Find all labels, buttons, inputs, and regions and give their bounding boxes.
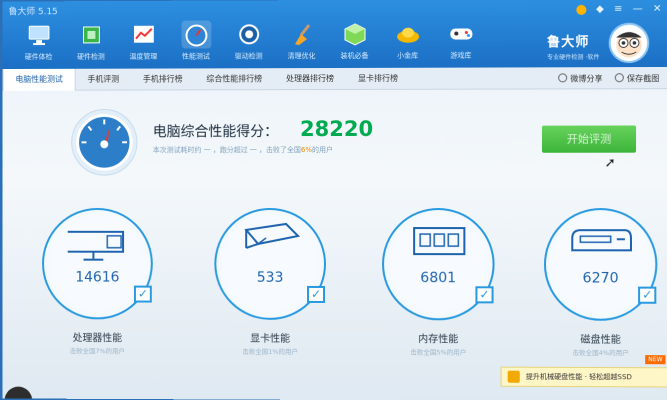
nav-item-hardware-check[interactable]: 硬件体检	[16, 21, 60, 67]
disk-label: 磁盘性能	[580, 334, 621, 346]
tab-phone-ranking[interactable]: 手机排行榜	[131, 68, 194, 90]
nav-label: 驱动检测	[234, 52, 263, 61]
score-description: 本次测试耗时约 一 ，跑分超过 一 ，击败了全国6%的用户	[153, 145, 333, 155]
disk-circle	[543, 208, 658, 321]
disk-score: 6270	[582, 270, 619, 287]
cube-icon	[339, 20, 369, 48]
camera-icon	[614, 73, 624, 83]
nav-label: 游戏库	[450, 51, 472, 60]
memory-checkbox[interactable]: ✓	[475, 286, 494, 304]
skin-icon[interactable]: ◆	[596, 4, 604, 15]
nav-item-cleanup[interactable]: 清理优化	[279, 20, 324, 66]
memory-performance-card[interactable]: 6801 ✓ 内存性能 击败全国5%的用户	[382, 208, 503, 359]
disk-performance-card[interactable]: 6270 ✓ 磁盘性能 击败全国4%的用户	[543, 208, 665, 359]
gpu-label: 显卡性能	[250, 333, 291, 345]
promo-banner[interactable]: 提升机械硬盘性能 · 轻松超越SSD	[500, 366, 667, 388]
new-badge: NEW	[645, 355, 666, 365]
brand: 鲁大师 专业硬件检测 ·软件	[547, 31, 599, 61]
gpu-score: 533	[256, 269, 284, 286]
window-title: 鲁大师 5.15	[8, 6, 58, 17]
nav-item-essentials[interactable]: 装机必备	[332, 20, 377, 66]
broom-icon	[287, 20, 317, 48]
close-icon[interactable]: ✕	[653, 4, 662, 15]
app-window: 鲁大师 5.15 ◆ ≡ — ✕ 硬件体检 硬件检测 温度管理 性能测试 驱动检…	[2, 0, 667, 400]
mouse-cursor-icon: ➚	[604, 155, 616, 171]
score-label: 电脑综合性能得分：	[152, 124, 279, 141]
coin-icon[interactable]	[575, 4, 586, 15]
disk-rank-text: 击败全国4%的用户	[572, 348, 629, 358]
memory-score: 6801	[420, 270, 457, 287]
tab-phone-review[interactable]: 手机评测	[76, 68, 131, 90]
memory-icon	[404, 218, 474, 268]
gpu-performance-card[interactable]: 533 ✓ 显卡性能 击败全国1%的用户	[214, 207, 334, 358]
save-screenshot-button[interactable]: 保存截图	[614, 73, 660, 84]
nav-item-temperature[interactable]: 温度管理	[121, 21, 166, 67]
brand-name: 鲁大师	[547, 35, 590, 51]
minimize-icon[interactable]: —	[633, 4, 643, 15]
tab-pc-performance[interactable]: 电脑性能测试	[2, 68, 76, 91]
nav-label: 性能测试	[182, 52, 210, 61]
memory-rank-text: 击败全国5%的用户	[410, 348, 467, 357]
memory-circle	[382, 208, 495, 321]
cpu-score: 14616	[75, 269, 120, 286]
tab-gpu-ranking[interactable]: 显卡排行榜	[346, 67, 410, 89]
header: 鲁大师 5.15 ◆ ≡ — ✕ 硬件体检 硬件检测 温度管理 性能测试 驱动检…	[2, 0, 667, 70]
title-bar: 鲁大师 5.15	[9, 3, 58, 17]
speedometer-icon	[181, 20, 211, 49]
gear-driver-icon	[234, 20, 264, 48]
tab-actions: 微博分享 保存截图	[558, 73, 659, 84]
graphics-card-icon	[244, 223, 301, 250]
nav-item-treasury[interactable]: 小金库	[385, 20, 430, 66]
tab-cpu-ranking[interactable]: 处理器排行榜	[274, 67, 346, 89]
nav-label: 清理优化	[287, 52, 316, 61]
weibo-share-button[interactable]: 微博分享	[558, 73, 603, 84]
weibo-share-label: 微博分享	[570, 74, 603, 84]
cpu-circle	[42, 207, 153, 320]
promo-text: 提升机械硬盘性能 · 轻松超越SSD	[525, 372, 632, 382]
score-value: 28220	[300, 116, 374, 142]
gpu-checkbox[interactable]: ✓	[307, 285, 326, 303]
tab-overall-ranking[interactable]: 综合性能排行榜	[194, 68, 274, 90]
cpu-checkbox[interactable]: ✓	[133, 285, 152, 303]
temperature-chart-icon	[129, 21, 159, 49]
gamepad-icon	[446, 19, 476, 47]
nav-label: 硬件体检	[24, 52, 53, 62]
gold-ingot-icon	[393, 20, 423, 48]
nav-item-driver[interactable]: 驱动检测	[226, 20, 271, 66]
menu-icon[interactable]: ≡	[614, 4, 623, 15]
ssd-boost-icon	[507, 370, 520, 383]
gpu-rank-text: 击败全国1%的用户	[242, 347, 298, 356]
weibo-icon	[558, 73, 568, 83]
nav-item-performance[interactable]: 性能测试	[174, 20, 219, 66]
chip-icon	[76, 21, 106, 49]
brand-subtitle: 专业硬件检测 ·软件	[547, 54, 600, 62]
window-controls: ◆ ≡ — ✕	[575, 4, 662, 15]
cpu-monitor-icon	[64, 218, 133, 268]
nav-label: 装机必备	[340, 51, 369, 60]
cpu-label: 处理器性能	[72, 333, 123, 345]
nav-item-games[interactable]: 游戏库	[438, 19, 483, 65]
cpu-performance-card[interactable]: 14616 ✓ 处理器性能 击败全国7%的用户	[42, 207, 161, 357]
main-nav: 硬件体检 硬件检测 温度管理 性能测试 驱动检测 清理优化 装机必备 小金库 游…	[16, 19, 483, 67]
nav-label: 温度管理	[129, 52, 158, 61]
gpu-circle	[214, 207, 327, 320]
mascot-avatar[interactable]	[608, 22, 650, 64]
save-screenshot-label: 保存截图	[626, 74, 660, 84]
nav-item-hardware-detect[interactable]: 硬件检测	[69, 21, 113, 67]
score-description-suffix: 的用户	[312, 146, 334, 155]
memory-label: 内存性能	[418, 334, 459, 346]
score-description-prefix: 本次测试耗时约 一 ，跑分超过 一 ，	[152, 146, 267, 155]
disk-icon	[566, 218, 637, 268]
score-description-mid: 击败了全国	[266, 146, 301, 155]
monitor-icon	[24, 21, 54, 49]
cpu-rank-text: 击败全国7%的用户	[69, 347, 125, 356]
start-orb-icon[interactable]	[4, 386, 33, 400]
disk-checkbox[interactable]: ✓	[638, 286, 657, 304]
speedometer-icon	[70, 107, 139, 177]
start-test-button[interactable]: 开始评测	[541, 125, 637, 153]
nav-label: 小金库	[397, 51, 419, 60]
nav-label: 硬件检测	[77, 52, 105, 61]
score-percent: 6%	[300, 146, 313, 155]
